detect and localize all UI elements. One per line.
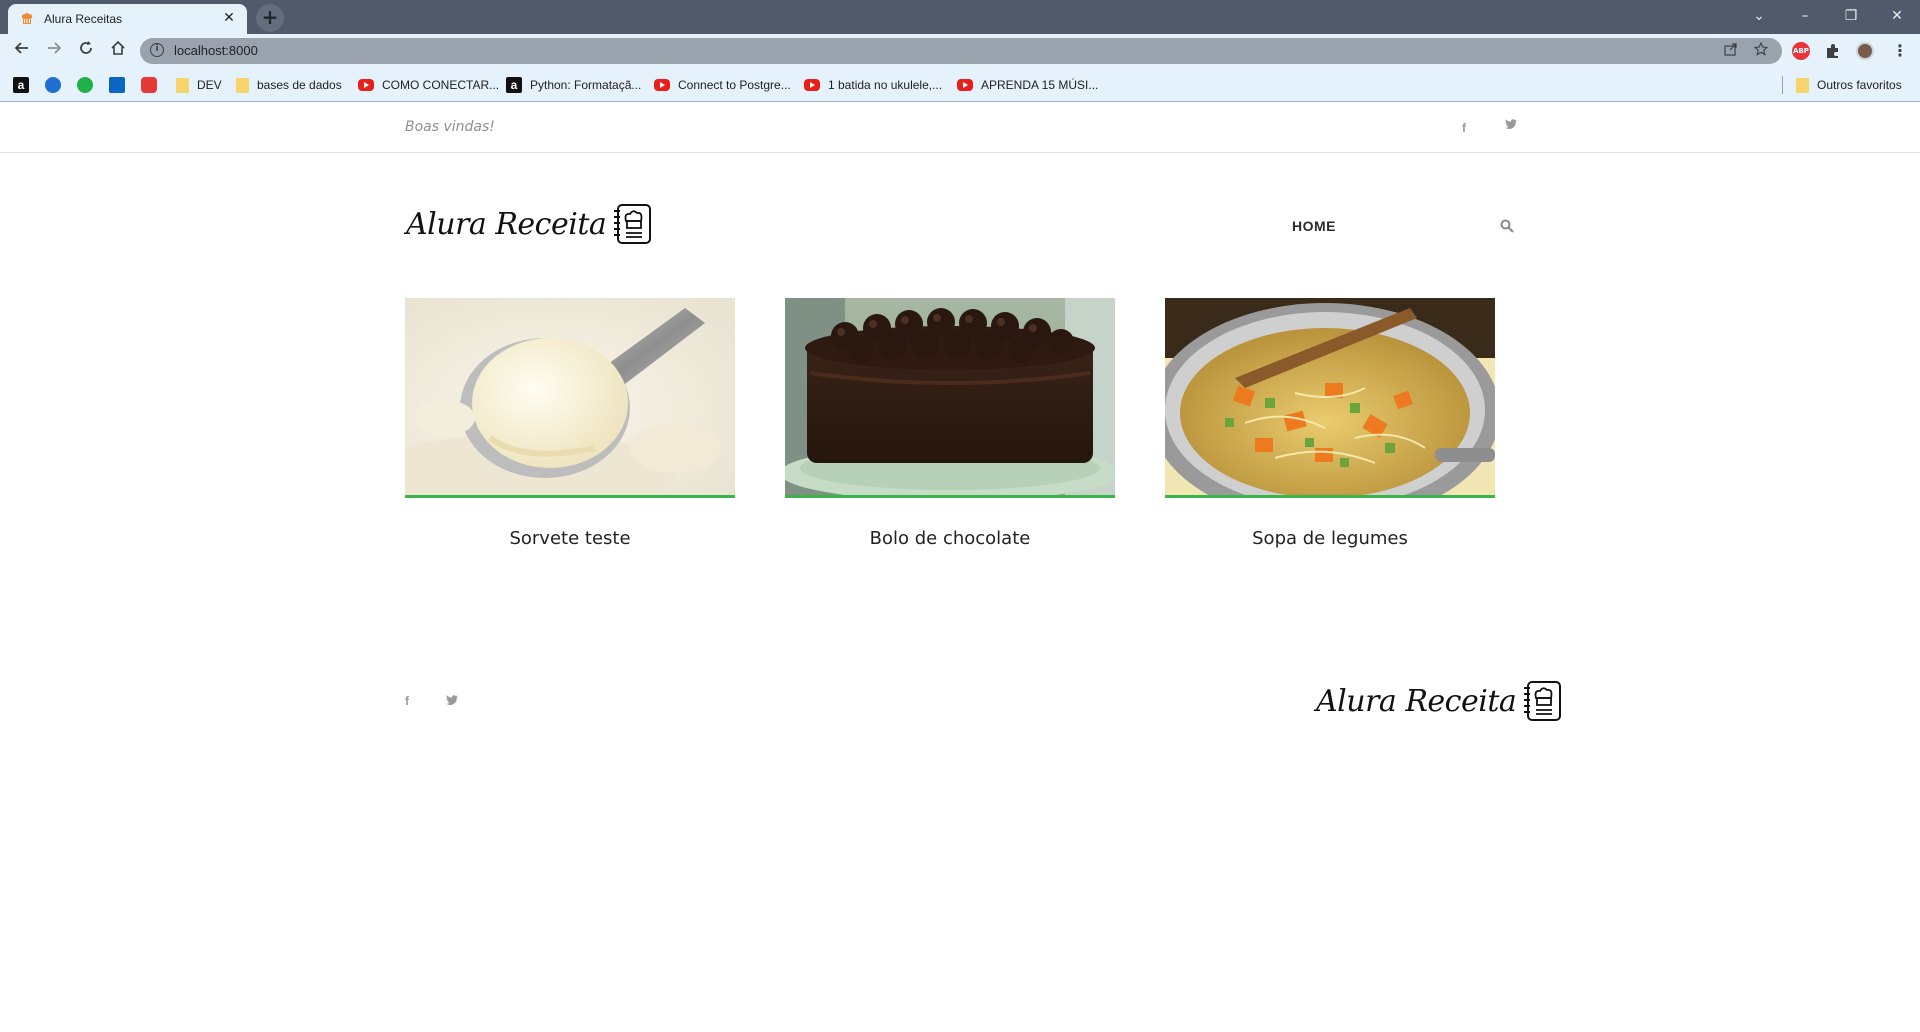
browser-tab-active[interactable]: Alura Receitas ✕ [8, 4, 247, 34]
home-icon[interactable] [106, 39, 130, 63]
bookmark-item[interactable] [77, 76, 101, 94]
search-icon[interactable] [1500, 218, 1514, 237]
bookmark-folder-other[interactable]: Outros favoritos [1796, 76, 1902, 94]
site-info-icon[interactable]: i [150, 43, 164, 57]
recipe-book-icon [614, 204, 652, 244]
bookmark-folder-bases[interactable]: bases de dados [236, 76, 342, 94]
bookmarks-bar: a DEV bases de dados COMO CONECTAR... aP… [0, 68, 1920, 102]
amazon-icon: a [13, 77, 29, 93]
new-tab-button[interactable]: + [256, 4, 284, 32]
green-circle-icon [77, 77, 93, 93]
adblock-extension-icon[interactable]: ABP [1792, 42, 1810, 60]
ice-cream-image[interactable] [405, 298, 735, 498]
web-page: Boas vindas! f Alura Receita HOME Sorvet… [0, 103, 1920, 1032]
vegetable-soup-image[interactable] [1165, 298, 1495, 498]
bookmark-item[interactable] [109, 76, 133, 94]
footer-twitter-icon[interactable] [446, 695, 458, 709]
restore-button[interactable]: ❐ [1836, 4, 1866, 28]
twitter-icon[interactable] [1505, 119, 1517, 133]
footer-recipe-book-icon [1524, 681, 1562, 721]
footer-facebook-icon[interactable]: f [405, 694, 409, 708]
nav-home-link[interactable]: HOME [1292, 218, 1336, 234]
browser-toolbar: i localhost:8000 ABP ⋮ [0, 34, 1920, 68]
bookmark-star-icon[interactable] [1752, 41, 1770, 60]
footer-logo-text: Alura Receita [1316, 683, 1517, 719]
recipe-card[interactable]: Bolo de chocolate [785, 298, 1115, 549]
back-arrow-icon[interactable] [10, 39, 34, 63]
bookmark-item[interactable]: APRENDA 15 MÚSI... [957, 76, 1098, 94]
browser-menu-icon[interactable]: ⋮ [1888, 39, 1912, 63]
bookmark-folder-dev[interactable]: DEV [176, 76, 222, 94]
bookmark-item[interactable]: a [13, 76, 37, 94]
close-window-button[interactable]: ✕ [1882, 4, 1912, 28]
footer-logo[interactable]: Alura Receita [1316, 680, 1562, 722]
address-bar[interactable]: i localhost:8000 [140, 38, 1782, 64]
forward-arrow-icon[interactable] [42, 39, 66, 63]
bookmark-item[interactable]: COMO CONECTAR... [358, 76, 499, 94]
folder-icon [236, 77, 249, 93]
chocolate-cake-image[interactable] [785, 298, 1115, 498]
tab-title: Alura Receitas [44, 12, 123, 26]
extensions-puzzle-icon[interactable] [1824, 42, 1842, 60]
recipe-card[interactable]: Sorvete teste [405, 298, 735, 549]
recipe-card[interactable]: Sopa de legumes [1165, 298, 1495, 549]
bookmark-item[interactable] [45, 76, 69, 94]
youtube-icon [804, 79, 820, 91]
profile-avatar-icon[interactable] [1856, 42, 1874, 60]
welcome-text: Boas vindas! [405, 119, 495, 135]
bookmark-item[interactable]: 1 batida no ukulele,... [804, 76, 942, 94]
logo-text: Alura Receita [406, 206, 607, 242]
minimize-button[interactable]: – [1790, 4, 1820, 28]
amazon-icon: a [506, 77, 522, 93]
bookmark-item[interactable] [141, 76, 165, 94]
browser-tab-bar: Alura Receitas ✕ + ⌄ – ❐ ✕ [0, 0, 1920, 34]
bookmark-item[interactable]: a Python: Formataçã... [506, 76, 641, 94]
tab-close-icon[interactable]: ✕ [220, 9, 238, 27]
bookmarks-separator [1782, 76, 1783, 94]
recipe-title[interactable]: Sopa de legumes [1140, 528, 1520, 549]
site-top-bar: Boas vindas! f [0, 103, 1920, 153]
site-logo[interactable]: Alura Receita [406, 203, 652, 245]
recipe-title[interactable]: Bolo de chocolate [760, 528, 1140, 549]
bookmark-item[interactable]: Connect to Postgre... [654, 76, 791, 94]
facebook-icon[interactable]: f [1462, 121, 1466, 135]
linkedin-icon [109, 77, 125, 93]
folder-icon [1796, 77, 1809, 93]
chef-hat-favicon-icon [21, 13, 33, 24]
url-text[interactable]: localhost:8000 [174, 43, 258, 58]
youtube-icon [654, 79, 670, 91]
youtube-icon [358, 79, 374, 91]
share-icon[interactable] [1722, 42, 1740, 60]
youtube-icon [957, 79, 973, 91]
folder-icon [176, 77, 189, 93]
red-cross-icon [141, 77, 157, 93]
reload-icon[interactable] [74, 39, 98, 63]
tab-search-icon[interactable]: ⌄ [1744, 4, 1774, 28]
recipe-title[interactable]: Sorvete teste [380, 528, 760, 549]
w-circle-icon [45, 77, 61, 93]
